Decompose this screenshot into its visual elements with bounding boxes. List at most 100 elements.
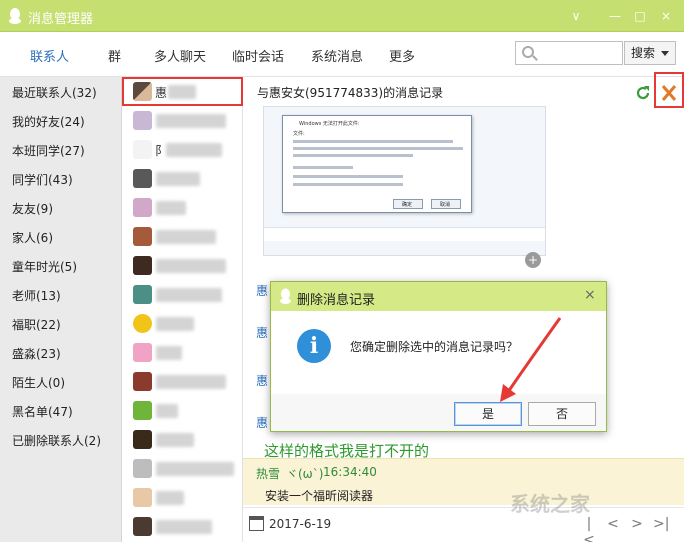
- list-item[interactable]: [122, 367, 243, 396]
- tab-temp-session[interactable]: 临时会话: [232, 46, 284, 65]
- tab-system-messages[interactable]: 系统消息: [311, 46, 363, 65]
- avatar: [133, 517, 152, 536]
- blurred-name: [156, 433, 194, 447]
- tab-more[interactable]: 更多: [389, 46, 415, 65]
- tab-multi-chat[interactable]: 多人聊天: [154, 46, 206, 65]
- group-item-classmates[interactable]: 本班同学(27): [12, 142, 85, 159]
- avatar: [133, 169, 152, 188]
- avatar: [133, 314, 152, 333]
- info-icon: i: [297, 329, 331, 363]
- message-text: 安装一个福昕阅读器: [265, 489, 374, 503]
- avatar: [133, 285, 152, 304]
- list-item[interactable]: [122, 338, 243, 367]
- screenshot-ok: 确定: [393, 199, 423, 209]
- record-title: 与惠安女(951774833)的消息记录: [257, 86, 444, 100]
- avatar: [133, 198, 152, 217]
- refresh-icon[interactable]: [635, 85, 651, 101]
- next-page-button[interactable]: >: [629, 516, 645, 532]
- list-item[interactable]: 阝: [122, 135, 243, 164]
- list-item[interactable]: [122, 425, 243, 454]
- contact-list: 惠 阝: [122, 77, 243, 542]
- group-item-friends[interactable]: 我的好友(24): [12, 113, 85, 130]
- tab-groups[interactable]: 群: [108, 46, 121, 65]
- list-item[interactable]: [122, 483, 243, 512]
- list-item[interactable]: [122, 309, 243, 338]
- group-item-childhood[interactable]: 童年时光(5): [12, 258, 77, 275]
- watermark: 系统之家: [510, 492, 590, 516]
- group-item-pals[interactable]: 友友(9): [12, 200, 53, 217]
- zoom-in-icon[interactable]: +: [525, 252, 541, 268]
- group-item-schoolmates[interactable]: 同学们(43): [12, 171, 73, 188]
- list-item[interactable]: [122, 454, 243, 483]
- list-item[interactable]: [122, 164, 243, 193]
- list-item[interactable]: [122, 280, 243, 309]
- avatar: [133, 372, 152, 391]
- tab-contacts[interactable]: 联系人: [30, 46, 69, 65]
- first-page-button[interactable]: |<: [581, 516, 597, 542]
- text-line: [293, 175, 403, 178]
- search-icon: [522, 46, 534, 58]
- dropdown-button[interactable]: ∨: [566, 7, 586, 25]
- contact-selected[interactable]: 惠: [122, 77, 243, 106]
- list-item[interactable]: [122, 106, 243, 135]
- avatar: [133, 343, 152, 362]
- chevron-down-icon: [661, 51, 669, 56]
- avatar: [133, 256, 152, 275]
- screenshot-cancel: 取消: [431, 199, 461, 209]
- search-input[interactable]: [540, 44, 620, 62]
- text-line: [293, 147, 463, 150]
- blurred-name: [156, 462, 234, 476]
- group-item-strangers[interactable]: 陌生人(0): [12, 374, 65, 391]
- blurred-name: [166, 143, 222, 157]
- blurred-name: [156, 404, 178, 418]
- blurred-name: [156, 259, 226, 273]
- search-box[interactable]: [515, 41, 623, 65]
- title-bar: 消息管理器 ∨ — □ ×: [0, 0, 684, 32]
- message-sender: 惠: [256, 416, 269, 430]
- blurred-name: [156, 317, 194, 331]
- close-icon[interactable]: ×: [584, 287, 596, 303]
- close-button[interactable]: ×: [656, 7, 676, 25]
- group-item-teachers[interactable]: 老师(13): [12, 287, 61, 304]
- group-item-blacklist[interactable]: 黑名单(47): [12, 403, 73, 420]
- group-list: 最近联系人(32) 我的好友(24) 本班同学(27) 同学们(43) 友友(9…: [0, 77, 122, 542]
- last-page-button[interactable]: >|: [653, 516, 669, 532]
- calendar-icon[interactable]: [249, 516, 264, 531]
- blurred-name: [156, 346, 182, 360]
- delete-record-button[interactable]: [654, 72, 684, 108]
- list-item[interactable]: [122, 396, 243, 425]
- dialog-message: 您确定删除选中的消息记录吗？: [350, 340, 519, 354]
- blurred-name: [156, 491, 184, 505]
- qq-penguin-icon: [9, 8, 21, 24]
- search-button-label: 搜索: [631, 46, 656, 60]
- group-item-recent[interactable]: 最近联系人(32): [12, 84, 97, 101]
- selected-message[interactable]: 热雪 ヾ(ω`) 16:34:40 安装一个福昕阅读器: [243, 458, 684, 505]
- minimize-button[interactable]: —: [605, 7, 625, 25]
- blurred-name: [168, 85, 196, 99]
- list-item[interactable]: [122, 193, 243, 222]
- avatar: [133, 111, 152, 130]
- avatar: [133, 140, 152, 159]
- blurred-name: [156, 375, 226, 389]
- list-item[interactable]: [122, 251, 243, 280]
- group-item-fuzhi[interactable]: 福职(22): [12, 316, 61, 333]
- maximize-button[interactable]: □: [630, 7, 650, 25]
- avatar: [133, 488, 152, 507]
- message-emoji: ヾ(ω`): [286, 467, 324, 481]
- list-item[interactable]: [122, 222, 243, 251]
- group-item-deleted[interactable]: 已删除联系人(2): [12, 432, 101, 449]
- list-item[interactable]: [122, 512, 243, 541]
- screenshot-dialog: Windows 无法打开此文件: 文件: 确定 取消: [282, 115, 472, 213]
- blurred-name: [156, 114, 226, 128]
- search-button[interactable]: 搜索: [624, 41, 676, 65]
- no-button[interactable]: 否: [528, 402, 596, 426]
- group-item-family[interactable]: 家人(6): [12, 229, 53, 246]
- text-line: [293, 166, 353, 169]
- group-item-shengmiao[interactable]: 盛淼(23): [12, 345, 61, 362]
- prev-page-button[interactable]: <: [605, 516, 621, 532]
- embedded-screenshot: Windows 无法打开此文件: 文件: 确定 取消: [263, 106, 546, 256]
- text-line: [293, 183, 403, 186]
- yes-button[interactable]: 是: [454, 402, 522, 426]
- delete-confirm-dialog: 删除消息记录 × i 您确定删除选中的消息记录吗？ 是 否: [270, 281, 607, 432]
- dialog-body: i 您确定删除选中的消息记录吗？: [271, 311, 606, 394]
